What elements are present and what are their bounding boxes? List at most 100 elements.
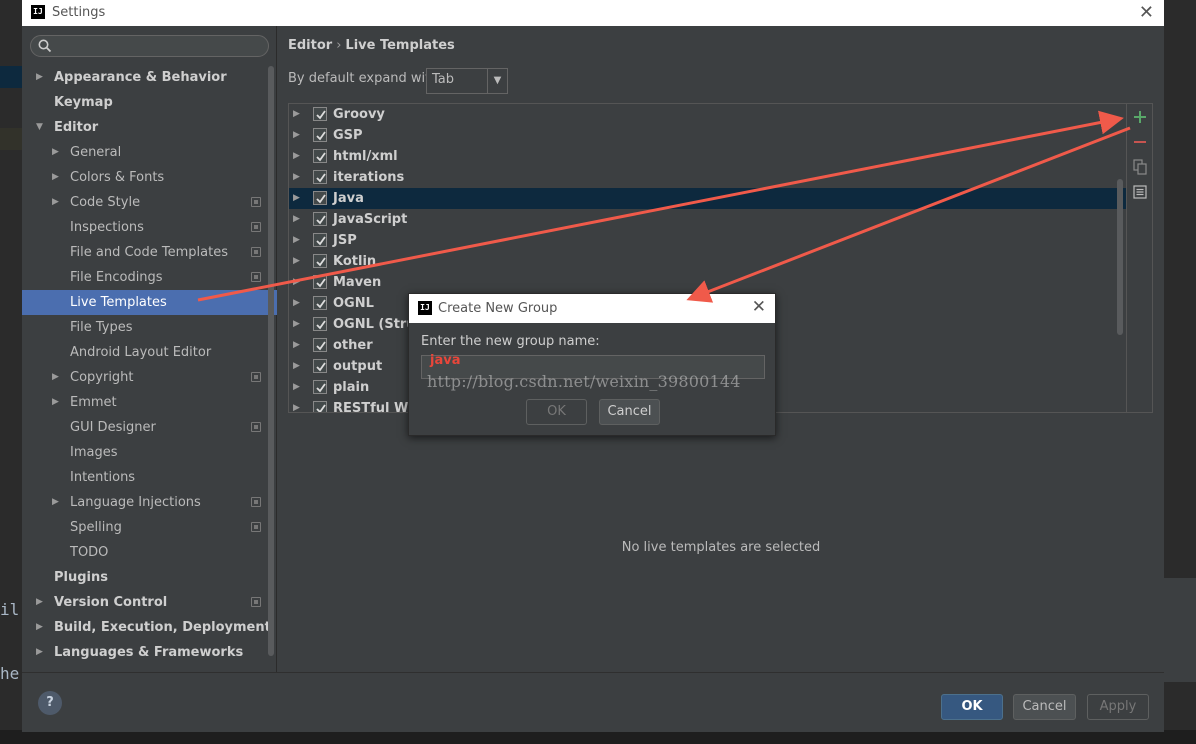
template-group-row[interactable]: ▶ JSP bbox=[289, 230, 1126, 251]
sidebar-scrollbar[interactable] bbox=[268, 66, 274, 656]
chevron-right-icon[interactable]: ▶ bbox=[52, 490, 59, 515]
apply-button[interactable]: Apply bbox=[1087, 694, 1149, 720]
sidebar-item-file-and-code-templates[interactable]: File and Code Templates bbox=[22, 240, 277, 265]
chevron-right-icon[interactable]: ▶ bbox=[293, 209, 300, 230]
template-group-row[interactable]: ▶ Kotlin bbox=[289, 251, 1126, 272]
sidebar-item-general[interactable]: ▶ General bbox=[22, 140, 277, 165]
group-enabled-checkbox[interactable] bbox=[313, 401, 327, 412]
template-group-row[interactable]: ▶ JavaScript bbox=[289, 209, 1126, 230]
chevron-right-icon[interactable]: ▶ bbox=[293, 293, 300, 314]
chevron-right-icon[interactable]: ▶ bbox=[293, 356, 300, 377]
chevron-right-icon[interactable]: ▶ bbox=[293, 377, 300, 398]
close-icon[interactable]: ✕ bbox=[1139, 2, 1154, 23]
sidebar-item-plugins[interactable]: Plugins bbox=[22, 565, 277, 590]
chevron-right-icon[interactable]: ▶ bbox=[52, 365, 59, 390]
chevron-right-icon[interactable]: ▶ bbox=[293, 335, 300, 356]
group-enabled-checkbox[interactable] bbox=[313, 191, 327, 205]
group-enabled-checkbox[interactable] bbox=[313, 149, 327, 163]
cancel-button[interactable]: Cancel bbox=[1013, 694, 1076, 720]
chevron-right-icon[interactable]: ▶ bbox=[36, 65, 43, 90]
template-list-scrollbar[interactable] bbox=[1117, 179, 1123, 335]
chevron-right-icon[interactable]: ▶ bbox=[293, 230, 300, 251]
sidebar-item-appearance-behavior[interactable]: ▶ Appearance & Behavior bbox=[22, 65, 277, 90]
sidebar-item-version-control[interactable]: ▶ Version Control bbox=[22, 590, 277, 615]
ok-button[interactable]: OK bbox=[941, 694, 1003, 720]
chevron-right-icon[interactable]: ▶ bbox=[293, 398, 300, 412]
sidebar-item-gui-designer[interactable]: GUI Designer bbox=[22, 415, 277, 440]
sidebar-item-live-templates[interactable]: Live Templates bbox=[22, 290, 277, 315]
chevron-right-icon[interactable]: ▶ bbox=[293, 314, 300, 335]
chevron-right-icon[interactable]: ▶ bbox=[52, 190, 59, 215]
project-scope-icon bbox=[251, 372, 261, 382]
chevron-right-icon[interactable]: ▶ bbox=[293, 272, 300, 293]
chevron-right-icon[interactable]: ▶ bbox=[52, 390, 59, 415]
sidebar-item-spelling[interactable]: Spelling bbox=[22, 515, 277, 540]
breadcrumb-item: Live Templates bbox=[345, 38, 455, 53]
chevron-right-icon[interactable]: ▶ bbox=[293, 125, 300, 146]
template-group-row[interactable]: ▶ html/xml bbox=[289, 146, 1126, 167]
group-enabled-checkbox[interactable] bbox=[313, 212, 327, 226]
sidebar-item-file-encodings[interactable]: File Encodings bbox=[22, 265, 277, 290]
checkmark-icon bbox=[316, 383, 326, 393]
group-enabled-checkbox[interactable] bbox=[313, 296, 327, 310]
chevron-right-icon[interactable]: ▶ bbox=[293, 146, 300, 167]
group-enabled-checkbox[interactable] bbox=[313, 380, 327, 394]
group-enabled-checkbox[interactable] bbox=[313, 233, 327, 247]
chevron-right-icon[interactable]: ▶ bbox=[52, 165, 59, 190]
dialog-ok-button[interactable]: OK bbox=[526, 399, 587, 425]
template-group-row[interactable]: ▶ Groovy bbox=[289, 104, 1126, 125]
template-group-row[interactable]: ▶ GSP bbox=[289, 125, 1126, 146]
chevron-right-icon[interactable]: ▶ bbox=[293, 251, 300, 272]
sidebar-item-build-execution-deployment[interactable]: ▶ Build, Execution, Deployment bbox=[22, 615, 277, 640]
template-group-row[interactable]: ▶ Java bbox=[289, 188, 1126, 209]
copy-button[interactable] bbox=[1127, 156, 1153, 178]
search-icon bbox=[38, 39, 52, 53]
chevron-right-icon[interactable]: ▶ bbox=[293, 167, 300, 188]
close-icon[interactable]: ✕ bbox=[752, 297, 766, 317]
template-group-row[interactable]: ▶ Maven bbox=[289, 272, 1126, 293]
breadcrumb-item[interactable]: Editor bbox=[288, 38, 332, 53]
sidebar-item-editor[interactable]: ▼ Editor bbox=[22, 115, 277, 140]
sidebar-item-inspections[interactable]: Inspections bbox=[22, 215, 277, 240]
sidebar-item-keymap[interactable]: Keymap bbox=[22, 90, 277, 115]
chevron-right-icon[interactable]: ▶ bbox=[36, 615, 43, 640]
chevron-right-icon[interactable]: ▶ bbox=[52, 140, 59, 165]
sidebar-item-file-types[interactable]: File Types bbox=[22, 315, 277, 340]
edit-icon bbox=[1133, 185, 1147, 199]
sidebar-item-code-style[interactable]: ▶ Code Style bbox=[22, 190, 277, 215]
template-group-name: output bbox=[333, 359, 383, 374]
group-enabled-checkbox[interactable] bbox=[313, 254, 327, 268]
chevron-right-icon[interactable]: ▶ bbox=[293, 104, 300, 125]
help-icon[interactable]: ? bbox=[38, 691, 62, 715]
remove-button[interactable] bbox=[1127, 131, 1153, 153]
group-enabled-checkbox[interactable] bbox=[313, 275, 327, 289]
group-enabled-checkbox[interactable] bbox=[313, 338, 327, 352]
sidebar-item-emmet[interactable]: ▶ Emmet bbox=[22, 390, 277, 415]
group-enabled-checkbox[interactable] bbox=[313, 317, 327, 331]
group-enabled-checkbox[interactable] bbox=[313, 359, 327, 373]
sidebar-item-todo[interactable]: TODO bbox=[22, 540, 277, 565]
chevron-right-icon[interactable]: ▶ bbox=[36, 640, 43, 665]
checkmark-icon bbox=[316, 404, 326, 412]
sidebar-item-language-injections[interactable]: ▶ Language Injections bbox=[22, 490, 277, 515]
template-group-row[interactable]: ▶ iterations bbox=[289, 167, 1126, 188]
sidebar-item-intentions[interactable]: Intentions bbox=[22, 465, 277, 490]
group-enabled-checkbox[interactable] bbox=[313, 170, 327, 184]
sidebar-item-colors-fonts[interactable]: ▶ Colors & Fonts bbox=[22, 165, 277, 190]
expand-with-select[interactable]: Tab ▼ bbox=[426, 68, 508, 94]
edit-button[interactable] bbox=[1127, 181, 1153, 203]
chevron-right-icon[interactable]: ▶ bbox=[293, 188, 300, 209]
sidebar-item-android-layout-editor[interactable]: Android Layout Editor bbox=[22, 340, 277, 365]
settings-search-input[interactable] bbox=[30, 35, 269, 57]
chevron-down-icon[interactable]: ▼ bbox=[487, 69, 507, 93]
add-button[interactable] bbox=[1127, 106, 1153, 128]
chevron-down-icon[interactable]: ▼ bbox=[36, 115, 43, 140]
dialog-cancel-button[interactable]: Cancel bbox=[599, 399, 660, 425]
sidebar-item-copyright[interactable]: ▶ Copyright bbox=[22, 365, 277, 390]
chevron-right-icon[interactable]: ▶ bbox=[36, 590, 43, 615]
group-enabled-checkbox[interactable] bbox=[313, 107, 327, 121]
sidebar-item-images[interactable]: Images bbox=[22, 440, 277, 465]
sidebar-item-label: File and Code Templates bbox=[70, 245, 228, 260]
sidebar-item-languages-frameworks[interactable]: ▶ Languages & Frameworks bbox=[22, 640, 277, 665]
group-enabled-checkbox[interactable] bbox=[313, 128, 327, 142]
